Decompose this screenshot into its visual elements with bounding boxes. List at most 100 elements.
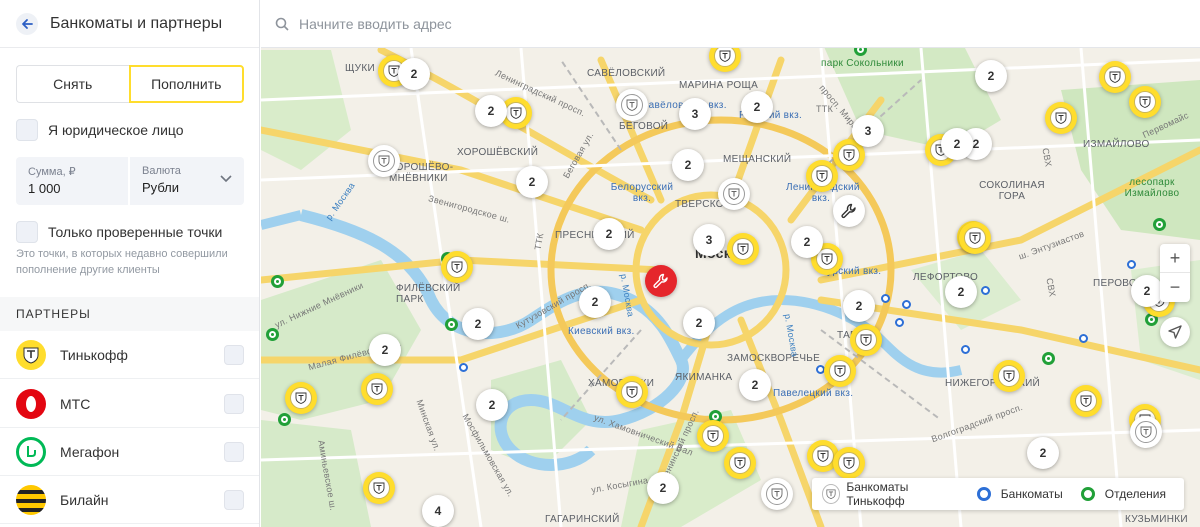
cluster-marker[interactable]: 3 — [852, 115, 884, 147]
tinkoff-atm-marker[interactable] — [361, 373, 393, 405]
cluster-marker[interactable]: 2 — [647, 472, 679, 504]
cluster-marker[interactable]: 2 — [791, 226, 823, 258]
cluster-marker[interactable]: 2 — [579, 286, 611, 318]
tinkoff-atm-marker[interactable] — [833, 447, 865, 479]
tinkoff-atm-marker[interactable] — [697, 420, 729, 452]
road-label: ТТК — [816, 104, 834, 114]
tinkoff-shield-icon — [834, 365, 846, 377]
tinkoff-atm-marker[interactable] — [1099, 61, 1131, 93]
tinkoff-atm-marker[interactable] — [285, 382, 317, 414]
legend-atms[interactable]: Банкоматы — [976, 487, 1063, 501]
cluster-marker[interactable]: 3 — [693, 224, 725, 256]
atm-gray-marker[interactable] — [368, 145, 400, 177]
cluster-marker[interactable]: 2 — [739, 369, 771, 401]
atm-marker[interactable] — [895, 318, 904, 327]
partner-item-megafon[interactable]: Мегафон — [0, 428, 259, 476]
tinkoff-shield-icon — [1003, 370, 1015, 382]
atm-marker[interactable] — [961, 345, 970, 354]
cluster-marker[interactable]: 2 — [1027, 437, 1059, 469]
cluster-marker[interactable]: 2 — [672, 149, 704, 181]
partner-item-tinkoff[interactable]: Тинькофф — [0, 331, 259, 379]
tinkoff-atm-marker[interactable] — [1070, 385, 1102, 417]
cluster-marker[interactable]: 2 — [516, 166, 548, 198]
map[interactable]: парк Сокольники лесопарк Измайлово САВЁЛ… — [261, 0, 1200, 527]
cluster-marker[interactable]: 2 — [462, 308, 494, 340]
zoom-in-button[interactable]: + — [1160, 244, 1190, 273]
legal-entity-label: Я юридическое лицо — [48, 122, 184, 138]
atm-gray-marker[interactable] — [616, 89, 648, 121]
partner-item-beeline[interactable]: Билайн — [0, 476, 259, 524]
tinkoff-shield-icon — [1139, 96, 1151, 108]
atm-marker[interactable] — [1079, 334, 1088, 343]
cluster-marker[interactable]: 2 — [941, 128, 973, 160]
deposit-button[interactable]: Пополнить — [128, 65, 244, 103]
partners-heading: ПАРТНЕРЫ — [0, 297, 259, 331]
amount-field[interactable]: Сумма, ₽ 1 000 — [16, 157, 128, 205]
repair-marker[interactable] — [833, 195, 865, 227]
back-button[interactable] — [16, 12, 38, 35]
currency-select[interactable]: Валюта Рубли — [130, 157, 244, 205]
cluster-marker[interactable]: 3 — [679, 98, 711, 130]
atm-marker[interactable] — [459, 363, 468, 372]
map-label: ЯКИМАНКА — [675, 372, 733, 383]
atm-marker[interactable] — [981, 286, 990, 295]
partner-name: Билайн — [60, 491, 109, 508]
atm-gray-marker[interactable] — [761, 478, 793, 510]
cluster-marker[interactable]: 2 — [369, 334, 401, 366]
tinkoff-atm-marker[interactable] — [824, 355, 856, 387]
atm-marker[interactable] — [1127, 260, 1136, 269]
verified-row[interactable]: Только проверенные точки — [16, 221, 222, 243]
mts-logo — [16, 388, 46, 419]
partner-checkbox[interactable] — [224, 441, 244, 462]
tinkoff-atm-marker[interactable] — [959, 222, 991, 254]
legal-entity-row[interactable]: Я юридическое лицо — [16, 119, 184, 141]
withdraw-button[interactable]: Снять — [16, 65, 129, 103]
tinkoff-atm-marker[interactable] — [616, 376, 648, 408]
atm-marker[interactable] — [902, 300, 911, 309]
search-input[interactable] — [299, 15, 899, 32]
cluster-marker[interactable]: 2 — [975, 60, 1007, 92]
atm-gray-marker[interactable] — [1130, 416, 1162, 448]
cluster-marker[interactable]: 2 — [843, 290, 875, 322]
cluster-marker[interactable]: 2 — [475, 95, 507, 127]
tinkoff-atm-marker[interactable] — [441, 251, 473, 283]
tinkoff-atm-marker[interactable] — [1045, 102, 1077, 134]
cluster-marker[interactable]: 2 — [476, 389, 508, 421]
verified-checkbox[interactable] — [16, 221, 38, 243]
partner-checkbox[interactable] — [224, 489, 244, 510]
tinkoff-atm-marker[interactable] — [993, 360, 1025, 392]
tinkoff-atm-marker[interactable] — [724, 447, 756, 479]
partner-checkbox[interactable] — [224, 344, 244, 365]
tinkoff-atm-marker[interactable] — [850, 324, 882, 356]
tinkoff-atm-marker[interactable] — [1129, 86, 1161, 118]
repair-marker[interactable] — [645, 265, 677, 297]
partner-item-mts[interactable]: МТС — [0, 380, 259, 428]
tinkoff-atm-marker[interactable] — [806, 160, 838, 192]
legend-offices[interactable]: Отделения — [1080, 487, 1166, 501]
geolocate-button[interactable] — [1160, 317, 1190, 347]
map-label: ЗАМОСКВОРЕЧЬЕ — [727, 353, 821, 364]
legal-entity-checkbox[interactable] — [16, 119, 38, 141]
cluster-marker[interactable]: 2 — [1131, 275, 1163, 307]
atm-marker[interactable] — [881, 294, 890, 303]
office-marker[interactable] — [445, 318, 458, 331]
cluster-marker[interactable]: 4 — [422, 495, 454, 527]
cluster-marker[interactable]: 2 — [945, 276, 977, 308]
atm-gray-marker[interactable] — [718, 178, 750, 210]
zoom-out-button[interactable]: − — [1160, 273, 1190, 302]
cluster-marker[interactable]: 2 — [398, 58, 430, 90]
tinkoff-shield-icon — [707, 430, 719, 442]
cluster-marker[interactable]: 2 — [683, 307, 715, 339]
office-marker[interactable] — [1153, 218, 1166, 231]
tinkoff-atm-marker[interactable] — [363, 472, 395, 504]
cluster-marker[interactable]: 2 — [593, 218, 625, 250]
legend-tinkoff[interactable]: Банкоматы Тинькофф — [822, 480, 959, 508]
tinkoff-atm-marker[interactable] — [727, 233, 759, 265]
partner-checkbox[interactable] — [224, 393, 244, 414]
office-marker[interactable] — [1042, 352, 1055, 365]
office-marker[interactable] — [271, 275, 284, 288]
cluster-marker[interactable]: 2 — [741, 91, 773, 123]
office-marker[interactable] — [278, 413, 291, 426]
tinkoff-shield-icon — [1080, 395, 1092, 407]
office-marker[interactable] — [266, 328, 279, 341]
